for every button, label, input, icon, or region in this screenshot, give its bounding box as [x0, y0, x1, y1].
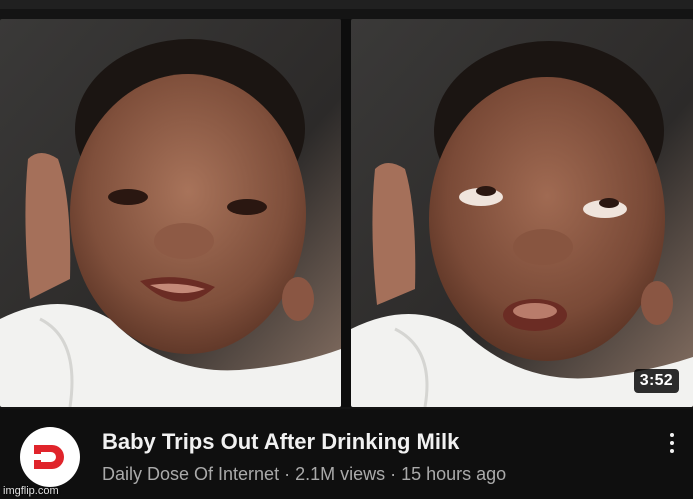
daily-dose-logo-icon: [22, 429, 78, 485]
baby-eyes-rolled-image: [351, 19, 693, 407]
separator: ·: [390, 464, 397, 484]
channel-avatar[interactable]: [20, 427, 80, 487]
upload-age: 15 hours ago: [401, 464, 507, 484]
video-thumbnail[interactable]: 3:52: [0, 9, 693, 409]
video-metadata: Baby Trips Out After Drinking Milk Daily…: [0, 409, 693, 499]
thumbnail-panel-right: [351, 19, 693, 407]
separator: ·: [284, 464, 291, 484]
video-card: 3:52 Baby Trips Out After Drinking Milk …: [0, 0, 693, 499]
video-duration-badge: 3:52: [633, 369, 679, 393]
imgflip-watermark: imgflip.com: [3, 485, 59, 497]
video-title[interactable]: Baby Trips Out After Drinking Milk: [102, 429, 459, 455]
kebab-menu-icon[interactable]: [665, 431, 679, 459]
top-bar: [0, 0, 693, 9]
view-count: 2.1M views: [295, 464, 386, 484]
video-subline: Daily Dose Of Internet · 2.1M views · 15 hou…: [102, 464, 506, 485]
channel-name[interactable]: Daily Dose Of Internet: [102, 464, 279, 484]
thumbnail-panel-left: [0, 19, 341, 407]
baby-smiling-image: [0, 19, 341, 407]
thumbnail-divider: [341, 19, 351, 407]
